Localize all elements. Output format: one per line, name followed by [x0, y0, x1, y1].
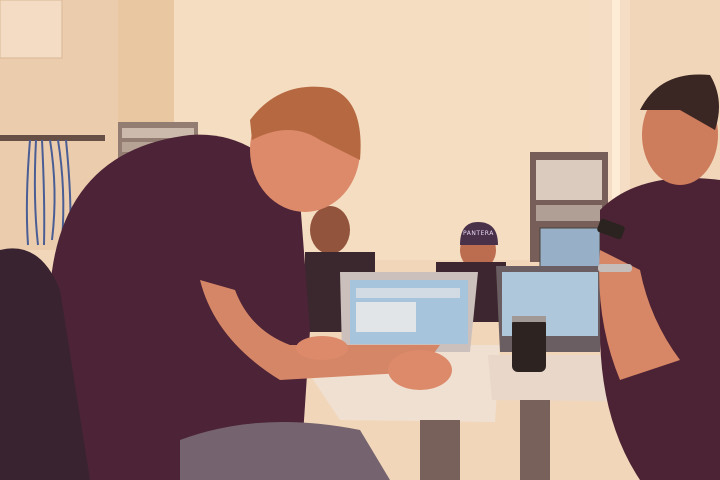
photo-scene: PANTERA — [0, 0, 720, 480]
beanie-text: PANTERA — [463, 230, 494, 237]
scene-drawing — [0, 0, 720, 480]
